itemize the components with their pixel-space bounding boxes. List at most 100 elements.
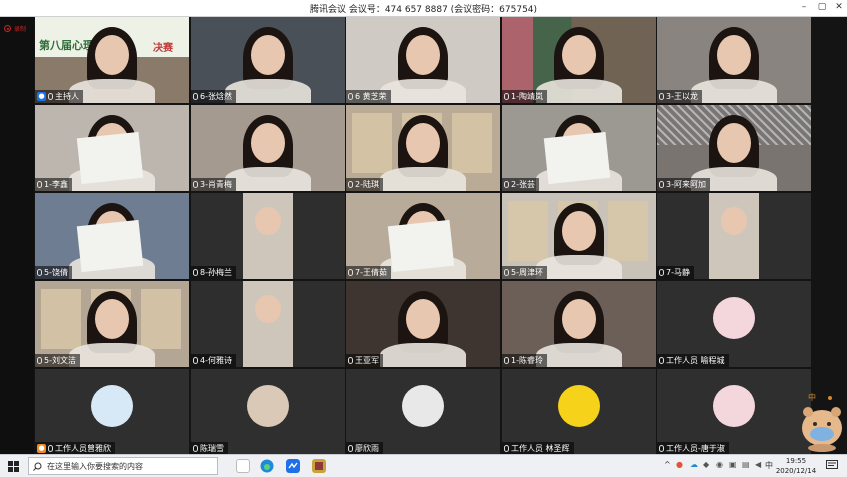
participant-body bbox=[536, 255, 622, 279]
volume-icon[interactable]: ◀ bbox=[755, 460, 761, 469]
participant-tile[interactable]: ● 工作人员曾雅欣 bbox=[35, 369, 189, 455]
participant-body bbox=[69, 343, 155, 367]
participant-tile[interactable]: 1-陶靖岚 bbox=[502, 17, 656, 103]
participant-tile[interactable]: 工作人员 林圣辉 bbox=[502, 369, 656, 455]
participant-avatar bbox=[558, 385, 600, 427]
tencent-meeting-icon[interactable] bbox=[286, 459, 300, 473]
participant-name: 2-张芸 bbox=[511, 180, 535, 189]
meeting-title: 腾讯会议 会议号：474 657 8887 (会议密码：675754) bbox=[309, 5, 538, 15]
held-paper bbox=[76, 219, 144, 273]
participant-name: 6 黄芝荣 bbox=[355, 92, 387, 101]
participant-avatar bbox=[91, 385, 133, 427]
participant-name: 1-陈睿玲 bbox=[511, 356, 543, 365]
participant-name-label: 1-陈睿玲 bbox=[502, 354, 547, 367]
participant-name-label: 王亚军 bbox=[346, 354, 383, 367]
participant-name: 3-肖青梅 bbox=[200, 180, 232, 189]
participant-name: 1-李鑫 bbox=[44, 180, 68, 189]
participant-body bbox=[380, 79, 466, 103]
bookshelf bbox=[41, 289, 81, 349]
participant-tile[interactable]: 4-何雅诗 bbox=[191, 281, 345, 367]
tray-app-icon[interactable]: ● bbox=[676, 460, 683, 469]
participant-name-label: 6 黄芝荣 bbox=[346, 90, 391, 103]
participant-tile[interactable]: 7-马静 bbox=[657, 193, 811, 279]
participant-tile[interactable]: 5-刘文洁 bbox=[35, 281, 189, 367]
microphone-icon bbox=[504, 357, 509, 364]
participant-name: 2-陆琪 bbox=[355, 180, 379, 189]
participant-face bbox=[721, 207, 747, 235]
bookshelf bbox=[452, 113, 492, 173]
participant-tile[interactable]: 7-王倩茹 bbox=[346, 193, 500, 279]
participant-tile[interactable]: 王亚军 bbox=[346, 281, 500, 367]
close-button[interactable]: ✕ bbox=[832, 2, 846, 12]
participant-name: 5-周津环 bbox=[511, 268, 543, 277]
participant-face bbox=[406, 35, 440, 75]
network-icon[interactable]: ▤ bbox=[742, 460, 750, 469]
participant-face bbox=[251, 35, 285, 75]
participant-name: 8-孙梅兰 bbox=[200, 268, 232, 277]
held-paper bbox=[387, 219, 455, 273]
recording-indicator[interactable]: 录制 bbox=[4, 24, 26, 33]
participant-tile[interactable]: 8-孙梅兰 bbox=[191, 193, 345, 279]
search-icon bbox=[33, 462, 42, 471]
minimize-button[interactable]: – bbox=[797, 2, 811, 12]
maximize-button[interactable]: ▢ bbox=[815, 2, 829, 12]
participant-tile[interactable]: 6 黄芝荣 bbox=[346, 17, 500, 103]
participant-tile[interactable]: 陈瑞雪 bbox=[191, 369, 345, 455]
bear-sticker-icon: 中 bbox=[802, 392, 842, 452]
participant-name-label: 2-陆琪 bbox=[346, 178, 383, 191]
clock-date: 2020/12/14 bbox=[775, 467, 817, 475]
participant-name-label: 5-刘文洁 bbox=[35, 354, 80, 367]
microphone-icon bbox=[348, 445, 353, 452]
participant-tile[interactable]: 3-王以龙 bbox=[657, 17, 811, 103]
participant-tile[interactable]: 工作人员 喻程城 bbox=[657, 281, 811, 367]
participant-face bbox=[95, 35, 129, 75]
taskbar-search-box[interactable]: 在这里输入你要搜索的内容 bbox=[28, 457, 218, 475]
held-paper bbox=[543, 131, 611, 185]
app-icon[interactable] bbox=[312, 459, 326, 473]
edge-browser-icon[interactable] bbox=[260, 459, 274, 473]
participant-tile[interactable]: 工作人员-唐于淑 bbox=[657, 369, 811, 455]
participant-name-label: 6-张焓然 bbox=[191, 90, 236, 103]
participant-tile[interactable]: 2-陆琪 bbox=[346, 105, 500, 191]
system-clock[interactable]: 19:55 2020/12/14 bbox=[772, 456, 820, 476]
bookshelf bbox=[352, 113, 392, 173]
bookshelf bbox=[608, 201, 648, 261]
recording-label: 录制 bbox=[14, 26, 27, 33]
participant-name: 主持人 bbox=[55, 92, 79, 101]
participant-name-label: 7-王倩茹 bbox=[346, 266, 391, 279]
participant-name-label: 3-肖青梅 bbox=[191, 178, 236, 191]
tray-display-icon[interactable]: ▣ bbox=[729, 460, 737, 469]
participant-face bbox=[717, 35, 751, 75]
participant-tile[interactable]: 6-张焓然 bbox=[191, 17, 345, 103]
participant-tile[interactable]: 2-张芸 bbox=[502, 105, 656, 191]
participant-tile[interactable]: 3-阿来阿加 bbox=[657, 105, 811, 191]
microphone-icon bbox=[48, 93, 53, 100]
tray-expand-icon[interactable]: ^ bbox=[664, 460, 671, 469]
participant-tile[interactable]: 5-周津环 bbox=[502, 193, 656, 279]
tray-wechat-icon[interactable]: ◉ bbox=[716, 460, 723, 469]
participant-name: 3-阿来阿加 bbox=[666, 180, 706, 189]
tray-shield-icon[interactable]: ◆ bbox=[703, 460, 709, 469]
participant-tile[interactable]: 1-李鑫 bbox=[35, 105, 189, 191]
participant-tile[interactable]: 3-肖青梅 bbox=[191, 105, 345, 191]
notification-icon[interactable] bbox=[826, 460, 838, 471]
participant-tile[interactable]: 廖欣雨 bbox=[346, 369, 500, 455]
participant-tile[interactable]: 5-饶倩 bbox=[35, 193, 189, 279]
participant-name-label: 4-何雅诗 bbox=[191, 354, 236, 367]
microphone-icon bbox=[348, 93, 353, 100]
participant-name-label: 7-马静 bbox=[657, 266, 694, 279]
participant-name: 7-马静 bbox=[666, 268, 690, 277]
participant-name: 王亚军 bbox=[355, 356, 379, 365]
participant-name-label: 1-李鑫 bbox=[35, 178, 72, 191]
tray-cloud-icon[interactable]: ☁ bbox=[690, 460, 698, 469]
participant-name-label: 5-周津环 bbox=[502, 266, 547, 279]
participant-video bbox=[709, 193, 759, 279]
participant-name-label: 1-陶靖岚 bbox=[502, 90, 547, 103]
windows-start-icon[interactable] bbox=[8, 461, 19, 472]
participant-tile[interactable]: 1-陈睿玲 bbox=[502, 281, 656, 367]
microphone-icon bbox=[659, 181, 664, 188]
task-view-icon[interactable] bbox=[236, 459, 250, 473]
microphone-icon bbox=[504, 445, 509, 452]
participant-tile[interactable]: 第八届心理 决赛 ● 主持人 bbox=[35, 17, 189, 103]
participant-face bbox=[255, 207, 281, 235]
